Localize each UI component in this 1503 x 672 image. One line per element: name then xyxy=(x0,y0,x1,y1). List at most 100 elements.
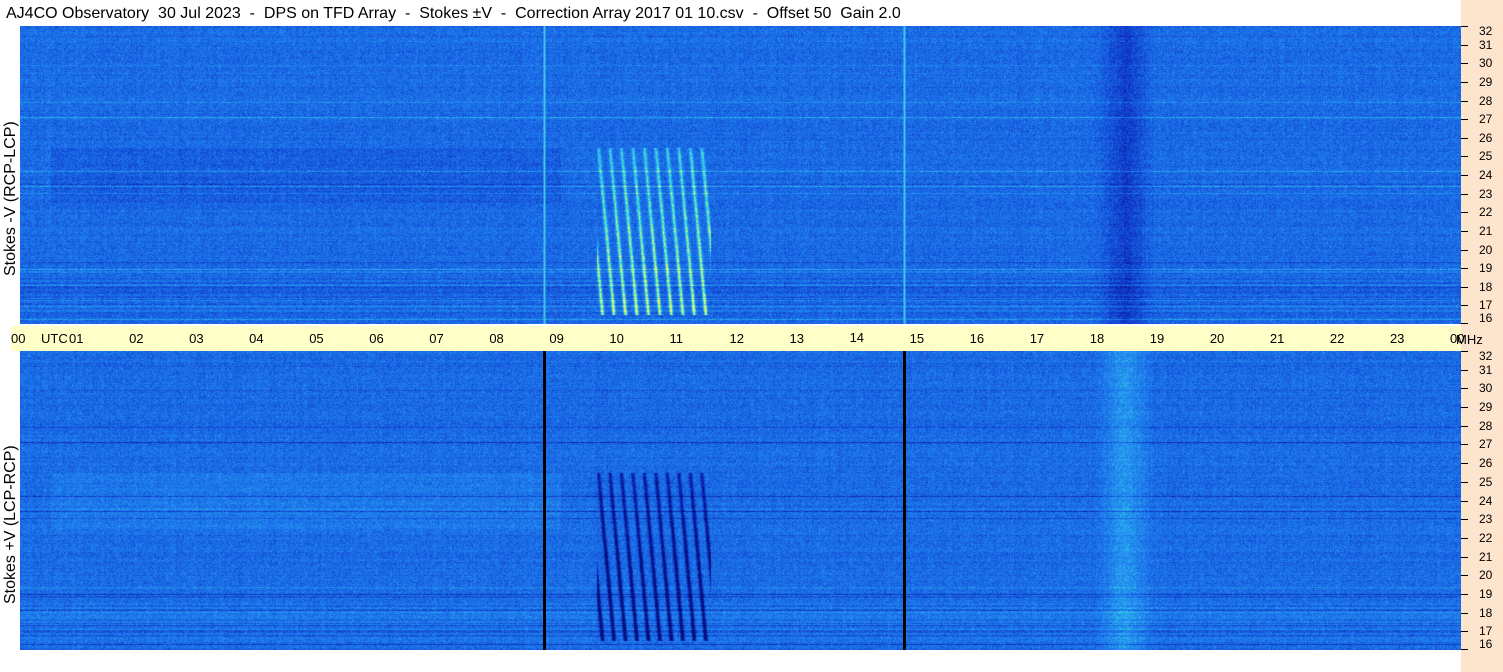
freq-label-1-0: 16 xyxy=(1479,637,1493,651)
freq-label-0-2: 18 xyxy=(1479,280,1493,294)
time-tick-label-22: 22 xyxy=(1329,331,1345,346)
freq-tick-1-14 xyxy=(1461,388,1468,389)
freq-label-0-11: 27 xyxy=(1479,112,1493,126)
freq-label-0-7: 23 xyxy=(1479,187,1493,201)
freq-tick-1-1 xyxy=(1461,631,1468,632)
time-tick-label-8: 08 xyxy=(489,331,504,346)
freq-tick-0-9 xyxy=(1461,156,1468,157)
freq-tick-1-3 xyxy=(1461,594,1468,595)
freq-label-0-4: 20 xyxy=(1479,243,1493,257)
freq-label-0-15: 31 xyxy=(1479,38,1493,52)
freq-label-0-14: 30 xyxy=(1479,56,1493,70)
spectrogram-bottom-overlay xyxy=(543,351,906,650)
time-tick-label-13: 13 xyxy=(789,331,804,346)
freq-tick-0-0 xyxy=(1461,323,1468,324)
time-tick-label-6: 06 xyxy=(369,331,384,346)
time-tick-label-2: 02 xyxy=(129,331,144,346)
freq-tick-1-6 xyxy=(1461,538,1468,539)
spectrogram-top xyxy=(20,26,1461,324)
time-tick-label-4: 04 xyxy=(249,331,264,346)
time-tick-label-9: 09 xyxy=(549,331,564,346)
frequency-unit-label: MHz xyxy=(1456,332,1483,347)
time-tick-label-7: 07 xyxy=(429,331,444,346)
freq-label-1-2: 18 xyxy=(1479,606,1493,620)
spectrogram-top-overlay xyxy=(543,26,906,324)
time-tick-label-15: 15 xyxy=(909,331,925,346)
freq-label-0-12: 28 xyxy=(1479,94,1493,108)
freq-label-0-16: 32 xyxy=(1479,24,1493,38)
freq-tick-1-10 xyxy=(1461,463,1468,464)
frequency-axis-bottom: 16 17 18 19 20 21 22 23 24 25 26 27 28 29 30 31 32 xyxy=(1461,349,1503,651)
freq-tick-1-8 xyxy=(1461,501,1468,502)
time-tick-label-11: 11 xyxy=(669,331,683,346)
freq-tick-1-7 xyxy=(1461,519,1468,520)
time-tick-label-1: 01 xyxy=(69,331,84,346)
freq-tick-1-11 xyxy=(1461,444,1468,445)
freq-label-1-4: 20 xyxy=(1479,568,1493,582)
freq-label-1-6: 22 xyxy=(1479,531,1493,545)
time-tick-label-19: 19 xyxy=(1149,331,1165,346)
freq-label-0-10: 26 xyxy=(1479,131,1493,145)
y-axis-label-top: Stokes -V (RCP-LCP) xyxy=(2,121,19,276)
freq-tick-0-13 xyxy=(1461,82,1468,83)
freq-tick-1-15 xyxy=(1461,370,1468,371)
time-axis: 00 01 02 03 04 05 06 07 08 09 10 11 12 13 14 15 16 17 18 19… xyxy=(11,326,1464,351)
freq-tick-0-16 xyxy=(1461,26,1468,27)
freq-label-1-11: 27 xyxy=(1479,437,1493,451)
freq-tick-1-9 xyxy=(1461,482,1468,483)
time-tick-label-18: 18 xyxy=(1089,331,1105,346)
freq-label-0-9: 25 xyxy=(1479,149,1493,163)
time-tick-label-0: 00 xyxy=(11,331,26,346)
freq-tick-0-11 xyxy=(1461,119,1468,120)
y-axis-label-bottom: Stokes +V (LCP-RCP) xyxy=(2,445,19,604)
time-tick-label-17: 17 xyxy=(1029,331,1045,346)
freq-tick-0-15 xyxy=(1461,45,1468,46)
freq-label-0-3: 19 xyxy=(1479,261,1493,275)
freq-tick-0-8 xyxy=(1461,175,1468,176)
time-tick-label-14: 14 xyxy=(849,330,865,345)
freq-tick-0-10 xyxy=(1461,138,1468,139)
freq-label-1-1: 17 xyxy=(1479,624,1493,638)
time-tick-label-3: 03 xyxy=(189,331,204,346)
freq-label-1-8: 24 xyxy=(1479,494,1493,508)
freq-tick-1-0 xyxy=(1461,649,1468,650)
time-tick-label-23: 23 xyxy=(1389,331,1405,346)
time-tick-label-12: 12 xyxy=(729,331,744,346)
freq-tick-0-6 xyxy=(1461,212,1468,213)
freq-tick-1-5 xyxy=(1461,557,1468,558)
chart-title: AJ4CO Observatory 30 Jul 2023 - DPS on T… xyxy=(6,5,901,22)
freq-label-1-12: 28 xyxy=(1479,419,1493,433)
time-tick-label-21: 21 xyxy=(1269,331,1285,346)
freq-tick-1-2 xyxy=(1461,613,1468,614)
freq-label-1-16: 32 xyxy=(1479,349,1493,363)
time-unit-label: UTC xyxy=(41,331,68,346)
time-tick-label-10: 10 xyxy=(609,331,624,346)
freq-tick-0-12 xyxy=(1461,101,1468,102)
freq-tick-1-13 xyxy=(1461,407,1468,408)
time-tick-label-5: 05 xyxy=(309,331,324,346)
spectrogram-bottom xyxy=(20,351,1461,650)
freq-label-1-13: 29 xyxy=(1479,400,1493,414)
freq-tick-0-14 xyxy=(1461,63,1468,64)
freq-label-0-6: 22 xyxy=(1479,205,1493,219)
freq-tick-0-2 xyxy=(1461,287,1468,288)
freq-label-0-13: 29 xyxy=(1479,75,1493,89)
frequency-axis-top: 16 17 18 19 20 21 22 23 24 25 26 27 28 29 30 31 32 xyxy=(1461,24,1503,325)
freq-tick-0-5 xyxy=(1461,231,1468,232)
freq-tick-0-7 xyxy=(1461,194,1468,195)
freq-tick-0-3 xyxy=(1461,268,1468,269)
freq-tick-1-12 xyxy=(1461,426,1468,427)
freq-label-1-3: 19 xyxy=(1479,587,1493,601)
freq-label-1-15: 31 xyxy=(1479,363,1493,377)
freq-label-0-5: 21 xyxy=(1479,224,1493,238)
freq-tick-1-4 xyxy=(1461,575,1468,576)
freq-tick-0-4 xyxy=(1461,250,1468,251)
freq-label-1-5: 21 xyxy=(1479,550,1493,564)
freq-label-1-7: 23 xyxy=(1479,512,1493,526)
freq-label-0-8: 24 xyxy=(1479,168,1493,182)
time-tick-label-16: 16 xyxy=(969,331,985,346)
freq-label-0-0: 16 xyxy=(1479,311,1493,325)
freq-label-1-10: 26 xyxy=(1479,456,1493,470)
freq-label-0-1: 17 xyxy=(1479,298,1493,312)
time-tick-label-20: 20 xyxy=(1209,331,1225,346)
